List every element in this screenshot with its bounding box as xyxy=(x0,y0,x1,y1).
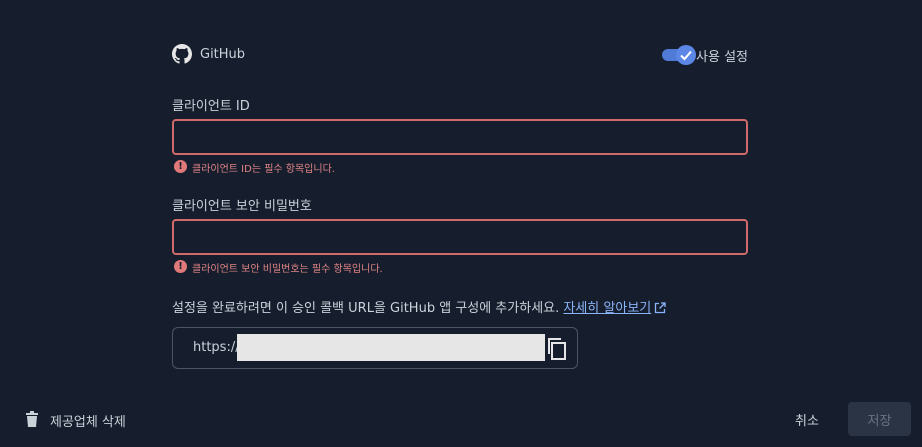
check-icon xyxy=(680,50,692,61)
delete-provider-label[interactable]: 제공업체 삭제 xyxy=(50,411,126,430)
callback-url-text: https:// xyxy=(193,340,240,355)
callback-url-field: https:// xyxy=(172,327,578,369)
save-button[interactable]: 저장 xyxy=(848,402,911,436)
enable-toggle[interactable] xyxy=(662,45,696,65)
instructions-text: 설정을 완료하려면 이 승인 콜백 URL을 GitHub 앱 구성에 추가하세… xyxy=(172,301,560,316)
client-id-error-text: 클라이언트 ID는 필수 항목입니다. xyxy=(192,164,335,175)
save-label[interactable]: 저장 xyxy=(868,410,892,429)
redacted-url xyxy=(237,334,545,361)
github-icon xyxy=(172,44,192,64)
callback-instructions: 설정을 완료하려면 이 승인 콜백 URL을 GitHub 앱 구성에 추가하세… xyxy=(172,297,666,318)
learn-more-link[interactable]: 자세히 알아보기 xyxy=(563,301,666,316)
provider-name: GitHub xyxy=(200,47,246,62)
external-link-icon[interactable] xyxy=(654,302,666,318)
provider-header: GitHub 사용 설정 xyxy=(172,43,748,67)
error-icon: ! xyxy=(174,160,187,173)
trash-icon[interactable] xyxy=(25,411,39,431)
client-id-label: 클라이언트 ID xyxy=(172,99,250,114)
cancel-button[interactable]: 취소 xyxy=(795,410,819,429)
client-secret-label: 클라이언트 보안 비밀번호 xyxy=(172,199,312,214)
client-secret-input[interactable] xyxy=(172,219,748,255)
copy-icon[interactable] xyxy=(546,337,568,361)
client-secret-error-text: 클라이언트 보안 비밀번호는 필수 항목입니다. xyxy=(192,264,383,275)
toggle-label: 사용 설정 xyxy=(696,50,748,65)
client-id-input[interactable] xyxy=(172,119,748,155)
learn-more-label[interactable]: 자세히 알아보기 xyxy=(563,301,651,316)
error-icon: ! xyxy=(174,260,187,273)
toggle-knob[interactable] xyxy=(676,45,696,65)
